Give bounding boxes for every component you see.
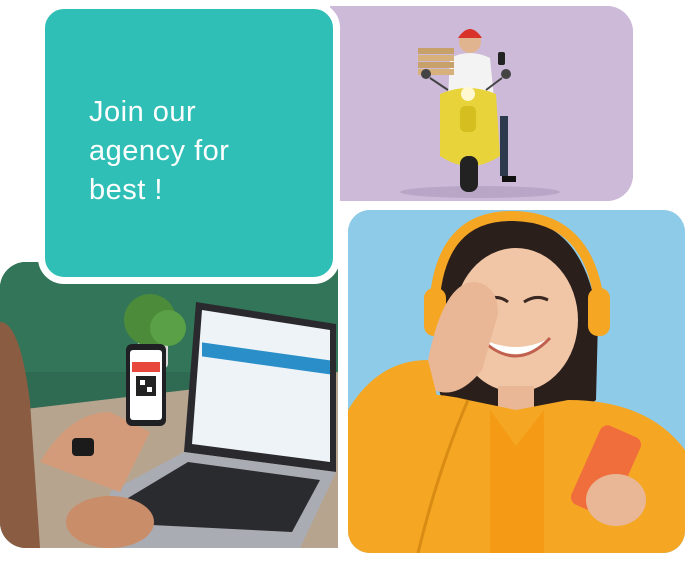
delivery-scooter-illustration [330,6,633,201]
online-shopping-photo [0,262,338,548]
online-shopping-illustration [0,262,338,548]
laughing-woman-illustration [348,210,685,553]
callout-card: Join our agency for best ! [38,2,340,284]
laughing-woman-photo [348,210,685,553]
callout-heading: Join our agency for best ! [89,96,230,206]
delivery-scooter-photo [330,6,633,201]
